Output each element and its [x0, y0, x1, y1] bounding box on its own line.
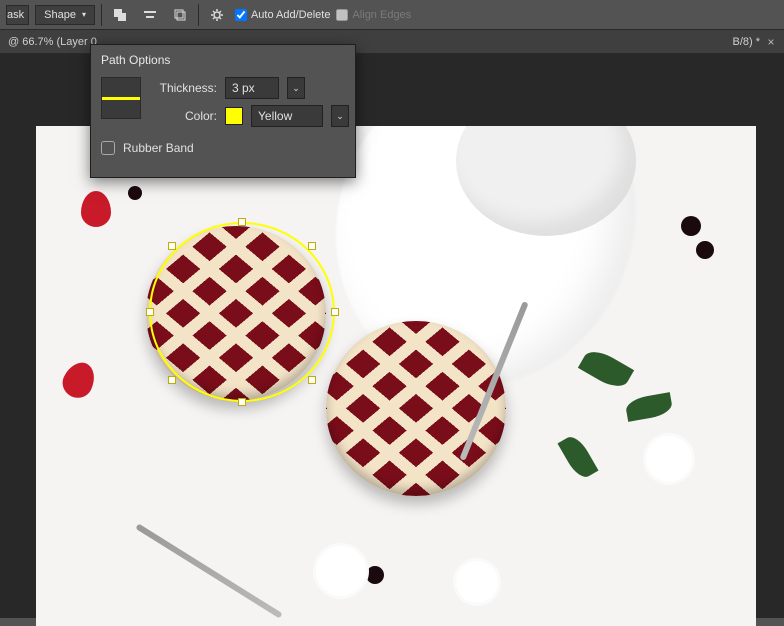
- mask-button[interactable]: ask: [6, 5, 29, 25]
- strawberry: [81, 191, 111, 227]
- path-handle[interactable]: [331, 308, 339, 316]
- doc-title-right: B/8) *: [732, 36, 760, 48]
- align-edges-input: [336, 9, 348, 21]
- auto-add-delete-input[interactable]: [235, 9, 247, 21]
- path-handle[interactable]: [308, 242, 316, 250]
- thickness-stepper[interactable]: ⌄: [287, 77, 305, 99]
- chevron-down-icon: ▾: [82, 10, 86, 19]
- leaf: [624, 392, 673, 422]
- blackberry: [681, 216, 701, 236]
- path-handle[interactable]: [146, 308, 154, 316]
- rubber-band-label: Rubber Band: [123, 141, 194, 155]
- color-dropdown-arrow[interactable]: ⌄: [331, 105, 349, 127]
- flower: [316, 546, 366, 596]
- chevron-down-icon: ⌄: [292, 83, 300, 94]
- leaf: [557, 432, 598, 481]
- doc-title-left: @ 66.7% (Layer 0: [8, 36, 97, 48]
- path-handle[interactable]: [238, 398, 246, 406]
- strawberry: [58, 357, 100, 402]
- divider: [101, 4, 102, 26]
- mask-label: ask: [7, 9, 24, 21]
- path-handle[interactable]: [308, 376, 316, 384]
- color-label: Color:: [153, 109, 217, 123]
- auto-add-delete-label: Auto Add/Delete: [251, 9, 331, 21]
- rubber-band-input[interactable]: [101, 141, 115, 155]
- chevron-down-icon: ⌄: [336, 111, 344, 122]
- photo-content: [36, 126, 756, 626]
- rubber-band-checkbox[interactable]: Rubber Band: [101, 141, 345, 155]
- gear-icon[interactable]: [205, 4, 229, 26]
- blackberry: [366, 566, 384, 584]
- options-bar: ask Shape ▾ Auto Add/Delete Align Edges: [0, 0, 784, 30]
- flower: [456, 561, 498, 603]
- divider: [198, 4, 199, 26]
- thickness-input[interactable]: [225, 77, 279, 99]
- path-handle[interactable]: [168, 376, 176, 384]
- leaf: [578, 345, 634, 393]
- path-combine-icon[interactable]: [108, 4, 132, 26]
- preview-line: [102, 97, 140, 100]
- color-dropdown[interactable]: Yellow: [251, 105, 323, 127]
- panel-title: Path Options: [101, 53, 345, 67]
- path-options-panel: Path Options Thickness: ⌄ Color: Yellow …: [90, 44, 356, 178]
- path-align-icon[interactable]: [138, 4, 162, 26]
- flower: [646, 436, 692, 482]
- blackberry: [696, 241, 714, 259]
- color-swatch[interactable]: [225, 107, 243, 125]
- blackberry: [128, 186, 142, 200]
- auto-add-delete-checkbox[interactable]: Auto Add/Delete: [235, 9, 331, 21]
- document-tab[interactable]: B/8) * ×: [732, 36, 776, 48]
- path-preview: [101, 77, 141, 119]
- align-edges-label: Align Edges: [352, 9, 411, 21]
- align-edges-checkbox: Align Edges: [336, 9, 411, 21]
- path-arrange-icon[interactable]: [168, 4, 192, 26]
- fork: [135, 523, 282, 618]
- shape-label: Shape: [44, 9, 76, 21]
- color-name: Yellow: [258, 109, 292, 123]
- thickness-label: Thickness:: [153, 81, 217, 95]
- path-handle[interactable]: [168, 242, 176, 250]
- document-canvas[interactable]: [36, 126, 756, 626]
- path-handle[interactable]: [238, 218, 246, 226]
- shape-dropdown[interactable]: Shape ▾: [35, 5, 95, 25]
- close-icon[interactable]: ×: [766, 37, 776, 47]
